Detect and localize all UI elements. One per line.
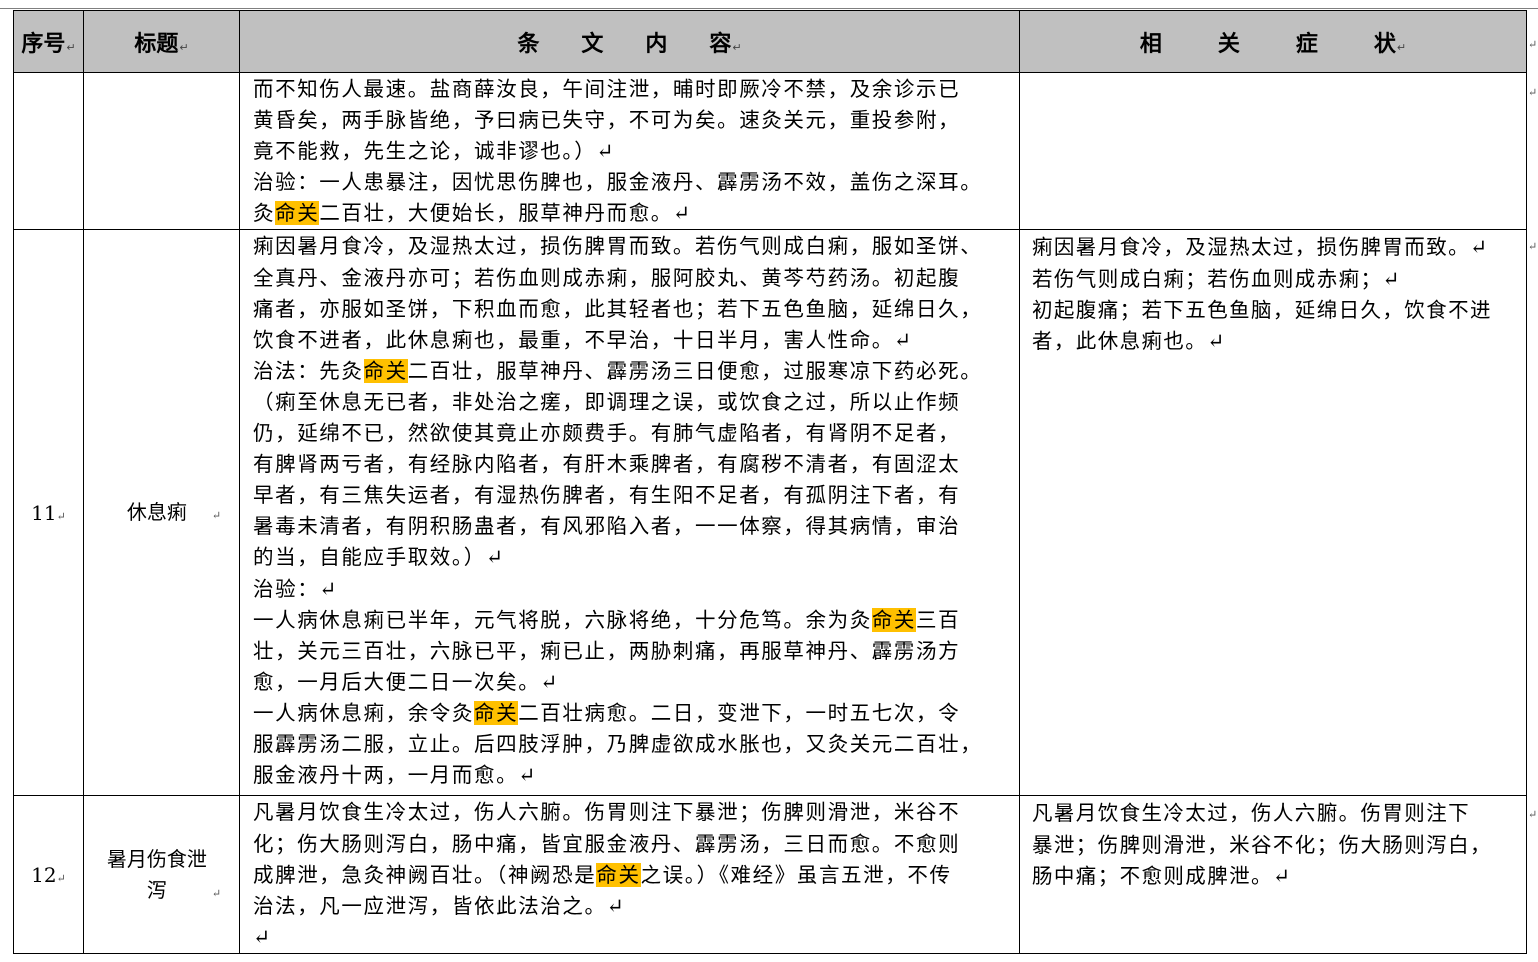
text-line: 凡暑月饮食生冷太过，伤人六腑。伤胃则注下暴泄；伤脾则滑泄，米谷不	[253, 800, 961, 825]
row-title: 暑月伤食泄泻 ↵	[83, 795, 240, 954]
row-title: 休息痢 ↵	[83, 229, 240, 797]
table-row: 11↵ 休息痢 ↵ 痢因暑月食冷，及湿热太过，损伤脾胃而致。若伤气则成白痢，服如圣…	[13, 229, 1527, 797]
text-line: 治法，凡一应泄泻，皆依此法治之。↵	[253, 893, 626, 918]
text-line: 痢因暑月食冷，及湿热太过，损伤脾胃而致。若伤气则成白痢，服如圣饼、	[253, 234, 983, 259]
row-end-mark: ↵	[1528, 240, 1538, 253]
table-header-row: 序号↵ 标题↵ 条文内容↵ 相关症状↵	[13, 10, 1527, 73]
text-line: 而不知伤人最速。盐商薛汝良，午间注泄，晡时即厥冷不禁，及余诊示已	[253, 77, 961, 101]
text-line: 壮，关元三百壮，六脉已平，痢已止，两胁刺痛，再服草神丹、霹雳汤方	[253, 638, 961, 663]
text-line: 早者，有三焦失运者，有湿热伤脾者，有生阳不足者，有孤阴注下者，有	[253, 483, 961, 508]
text-line: 暑毒未清者，有阴积肠蛊者，有风邪陷入者，一一体察，得其病情，审治	[253, 514, 961, 539]
row-content: 痢因暑月食冷，及湿热太过，损伤脾胃而致。若伤气则成白痢，服如圣饼、 全真丹、金液丹…	[239, 229, 1020, 797]
text-line: 治法：先灸命关二百壮，服草神丹、霹雳汤三日便愈，过服寒凉下药必死。	[253, 358, 983, 383]
table-row: 而不知伤人最速。盐商薛汝良，午间注泄，晡时即厥冷不禁，及余诊示已 黄昏矣，两手脉皆…	[13, 71, 1527, 231]
text-line: 竟不能救，先生之论，诚非谬也。）↵	[253, 139, 616, 164]
text-line: 饮食不进者，此休息痢也，最重，不早治，十日半月，害人性命。↵	[253, 327, 913, 352]
row-end-mark: ↵	[1528, 38, 1538, 51]
text-line: 肠中痛；不愈则成脾泄。↵	[1032, 863, 1292, 888]
text-line: 者，此休息痢也。↵	[1032, 328, 1226, 353]
text-line: 的当，自能应手取效。）↵	[253, 545, 505, 570]
text-line: 服金液丹十两，一月而愈。↵	[253, 763, 537, 788]
row-num: 12↵	[13, 795, 84, 954]
text-line: 痢因暑月食冷，及湿热太过，损伤脾胃而致。↵	[1032, 235, 1489, 260]
row-symptoms	[1019, 71, 1527, 231]
text-line: 黄昏矣，两手脉皆绝，予曰病已失守，不可为矣。速灸关元，重投参附，	[253, 108, 961, 133]
text-line: 治验：一人患暴注，因忧思伤脾也，服金液丹、霹雳汤不效，盖伤之深耳。	[253, 170, 983, 195]
row-symptoms: 凡暑月饮食生冷太过，伤人六腑。伤胃则注下 暴泄；伤脾则滑泄，米谷不化；伤大肠则泻白…	[1019, 795, 1527, 954]
text-line: 灸命关二百壮，大便始长，服草神丹而愈。↵	[253, 201, 692, 226]
text-line: 一人病休息痢已半年，元气将脱，六脉将绝，十分危笃。余为灸命关三百	[253, 607, 961, 632]
highlight-term: 命关	[596, 862, 641, 887]
document-page: 序号↵ 标题↵ 条文内容↵ 相关症状↵ 而不知伤人最速。盐商薛汝良，午间注泄，晡…	[0, 0, 1538, 962]
row-num: 11↵	[13, 229, 84, 797]
highlight-term: 命关	[871, 607, 917, 632]
text-line: 凡暑月饮食生冷太过，伤人六腑。伤胃则注下	[1032, 801, 1470, 826]
text-line: 愈，一月后大便二日一次矣。↵	[253, 669, 560, 694]
header-num: 序号↵	[13, 10, 84, 73]
text-line: 治验：↵	[253, 576, 339, 601]
text-line: 仍，延绵不已，然欲使其竟止亦颇费手。有肺气虚陷者，有肾阴不足者，	[253, 421, 961, 446]
row-content: 凡暑月饮食生冷太过，伤人六腑。伤胃则注下暴泄；伤脾则滑泄，米谷不 化；伤大肠则泻白…	[239, 795, 1020, 954]
row-symptoms: 痢因暑月食冷，及湿热太过，损伤脾胃而致。↵ 若伤气则成白痢；若伤血则成赤痢；↵ 初起…	[1019, 229, 1527, 797]
text-line: 暴泄；伤脾则滑泄，米谷不化；伤大肠则泻白，	[1032, 832, 1492, 857]
highlight-term: 命关	[363, 358, 408, 383]
highlight-term: 命关	[474, 700, 519, 725]
text-line: 有脾肾两亏者，有经脉内陷者，有肝木乘脾者，有腐秽不清者，有固涩太	[253, 452, 961, 477]
header-symptoms: 相关症状↵	[1019, 10, 1527, 73]
row-title	[83, 71, 240, 231]
text-line: 全真丹、金液丹亦可；若伤血则成赤痢，服阿胶丸、黄芩芍药汤。初起腹	[253, 265, 961, 290]
page-top-rule	[0, 8, 1538, 9]
text-line: 一人病休息痢，余令灸命关二百壮病愈。二日，变泄下，一时五七次，令	[253, 700, 961, 725]
text-line: 成脾泄，急灸神阙百壮。（神阙恐是命关之误。）《难经》虽言五泄，不传	[253, 862, 952, 887]
text-line: （痢至休息无已者，非处治之瘥，即调理之误，或饮食之过，所以止作频	[253, 389, 961, 414]
highlight-term: 命关	[275, 201, 320, 226]
row-content: 而不知伤人最速。盐商薛汝良，午间注泄，晡时即厥冷不禁，及余诊示已 黄昏矣，两手脉皆…	[239, 71, 1020, 231]
row-num	[13, 71, 84, 231]
text-line: 服霹雳汤二服，立止。后四肢浮肿，乃脾虚欲成水胀也，又灸关元二百壮，	[253, 731, 983, 756]
text-line: 痛者，亦服如圣饼，下积血而愈，此其轻者也；若下五色鱼脑，延绵日久，	[253, 296, 983, 321]
table-row: 12↵ 暑月伤食泄泻 ↵ 凡暑月饮食生冷太过，伤人六腑。伤胃则注下暴泄；伤脾则滑泄…	[13, 795, 1527, 954]
row-end-mark: ↵	[1528, 808, 1538, 821]
text-line: 化；伤大肠则泻白，肠中痛，皆宜服金液丹、霹雳汤，三日而愈。不愈则	[253, 831, 961, 856]
text-line: ↵	[253, 924, 272, 949]
header-content: 条文内容↵	[239, 10, 1020, 73]
acupuncture-table: 序号↵ 标题↵ 条文内容↵ 相关症状↵ 而不知伤人最速。盐商薛汝良，午间注泄，晡…	[13, 10, 1527, 954]
row-end-mark: ↵	[1528, 86, 1538, 99]
text-line: 初起腹痛；若下五色鱼脑，延绵日久，饮食不进	[1032, 297, 1492, 322]
text-line: 若伤气则成白痢；若伤血则成赤痢；↵	[1032, 266, 1401, 291]
header-title: 标题↵	[83, 10, 240, 73]
